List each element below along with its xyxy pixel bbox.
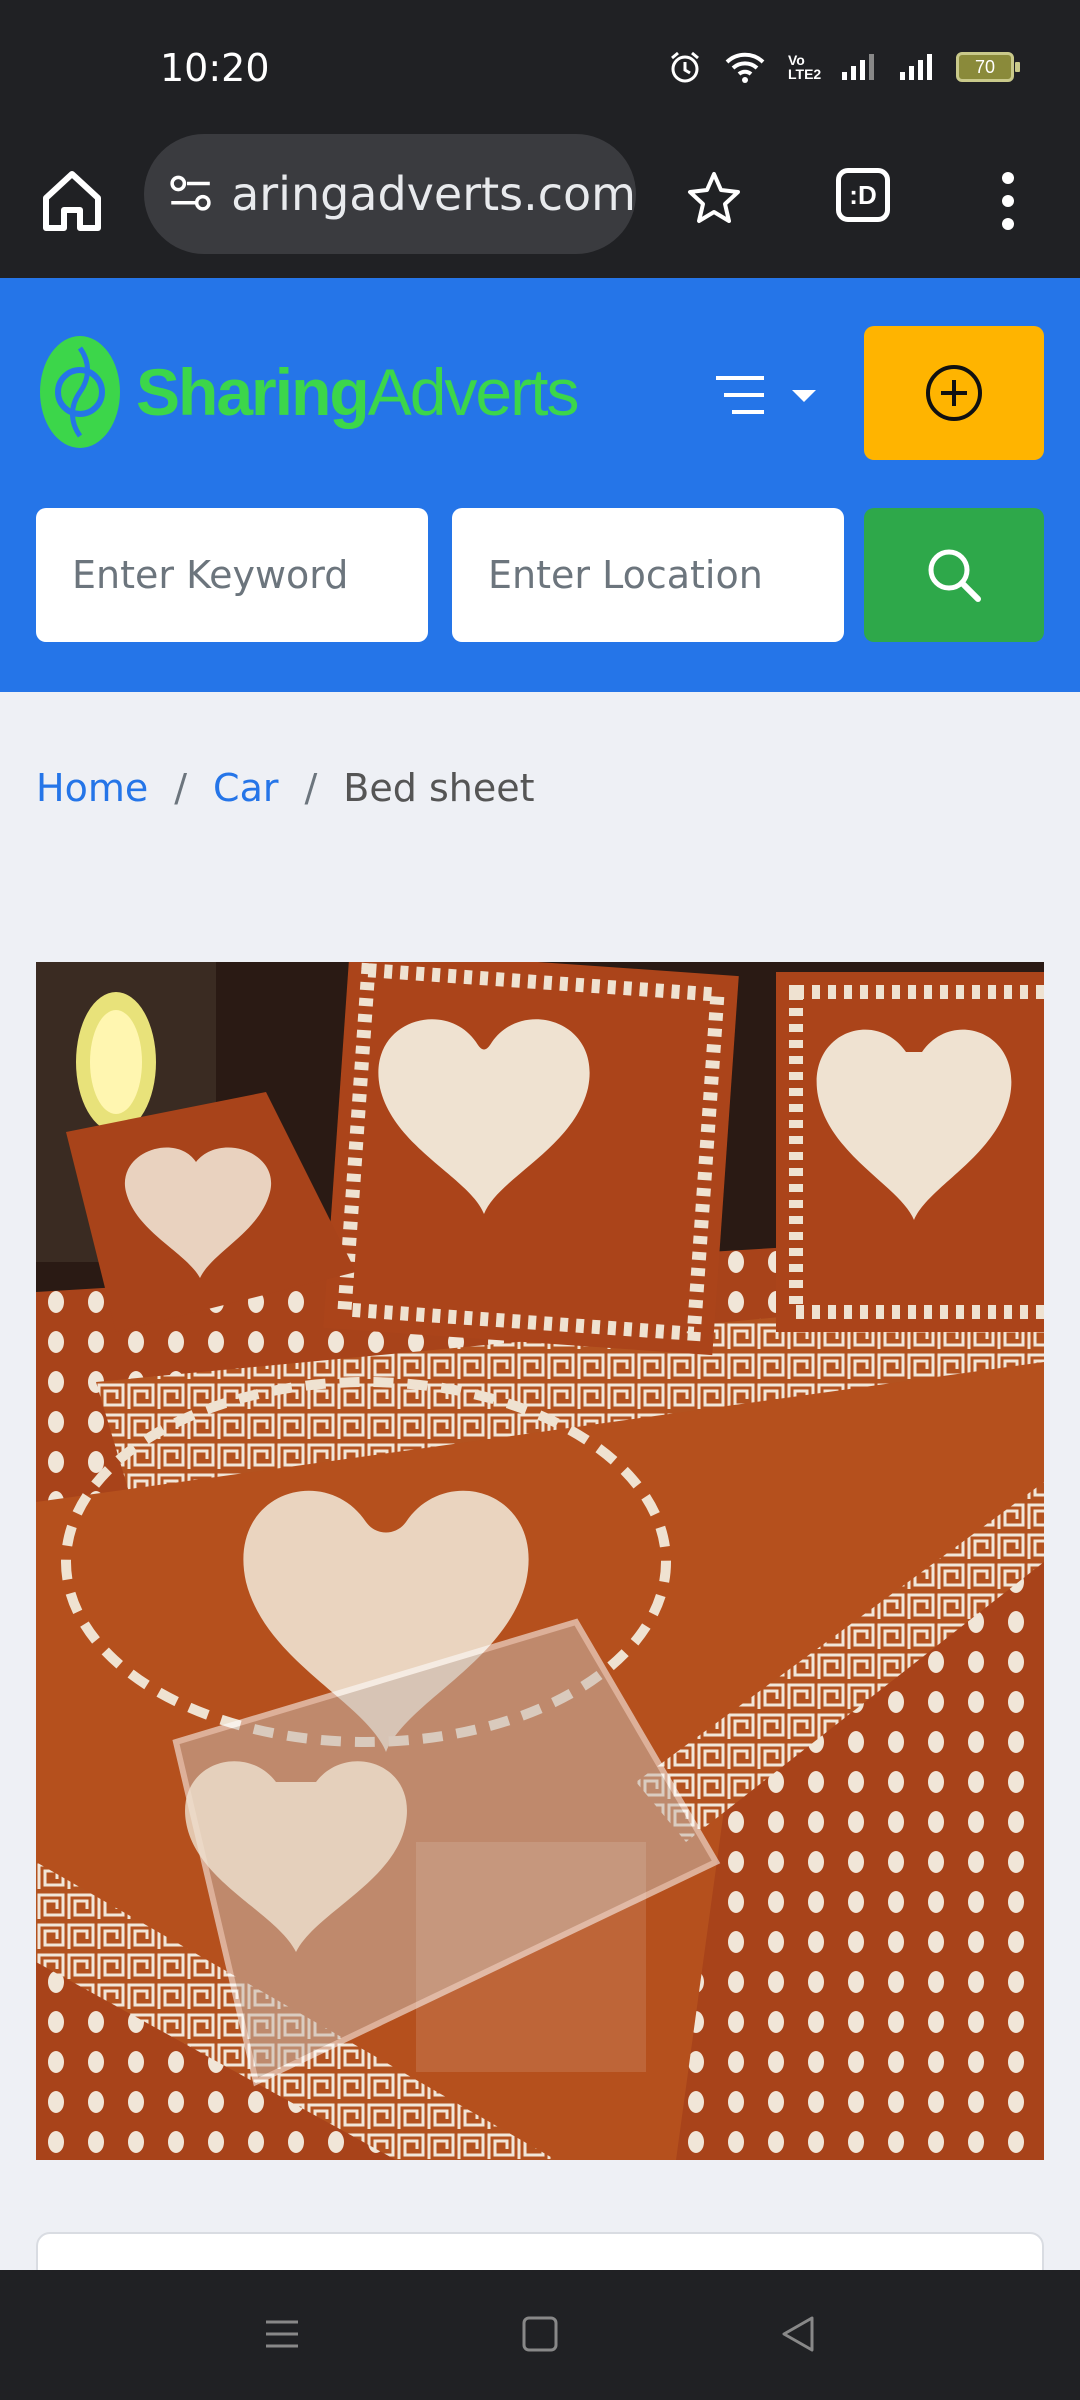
signal-icon-2 — [900, 54, 932, 80]
plus-circle-icon — [926, 365, 982, 421]
menu-toggle-icon[interactable] — [716, 372, 820, 418]
status-time: 10:20 — [160, 46, 270, 90]
search-icon — [928, 549, 981, 602]
status-icons: Vo LTE2 70 — [668, 50, 1020, 84]
post-ad-button[interactable] — [864, 326, 1044, 460]
alarm-icon — [671, 51, 699, 83]
breadcrumb-separator: / — [174, 766, 188, 810]
keyword-input[interactable]: Enter Keyword — [36, 508, 428, 642]
breadcrumb-separator: / — [304, 766, 318, 810]
breadcrumb-car[interactable]: Car — [213, 766, 278, 810]
product-image[interactable] — [36, 962, 1044, 2160]
status-bar: 10:20 Vo LTE2 70 — [0, 0, 1080, 130]
recents-menu-icon[interactable] — [262, 2314, 302, 2354]
tab-switcher-button[interactable]: :D — [836, 168, 890, 222]
url-text: aringadverts.com — [231, 167, 636, 221]
battery-icon: 70 — [956, 52, 1020, 82]
more-menu-icon[interactable] — [994, 166, 1022, 236]
signal-icon-1 — [842, 54, 874, 80]
search-button[interactable] — [864, 508, 1044, 642]
breadcrumb-home[interactable]: Home — [36, 766, 148, 810]
address-bar[interactable]: aringadverts.com — [144, 134, 636, 254]
bookmark-star-icon[interactable] — [684, 168, 744, 228]
site-header: SharingAdverts Enter Keyword Enter Locat… — [0, 278, 1080, 692]
site-logo[interactable]: SharingAdverts — [38, 334, 580, 450]
logo-mark-icon — [40, 336, 120, 448]
bedsheet-photo — [36, 962, 1044, 2160]
system-nav-bar — [0, 2270, 1080, 2400]
logo-text: SharingAdverts — [136, 354, 580, 430]
volte-icon: Vo LTE2 — [788, 52, 822, 82]
logo-text-part1: Sharing — [136, 355, 370, 429]
site-settings-icon[interactable] — [166, 166, 215, 222]
location-input[interactable]: Enter Location — [452, 508, 844, 642]
home-icon[interactable] — [40, 166, 104, 236]
back-nav-icon[interactable] — [778, 2314, 818, 2354]
browser-toolbar: aringadverts.com :D — [0, 130, 1080, 278]
logo-text-part2: Adverts — [367, 355, 580, 429]
wifi-icon — [725, 52, 765, 83]
breadcrumb: Home / Car / Bed sheet — [36, 766, 534, 810]
home-nav-icon[interactable] — [520, 2314, 560, 2354]
breadcrumb-current: Bed sheet — [343, 766, 535, 810]
